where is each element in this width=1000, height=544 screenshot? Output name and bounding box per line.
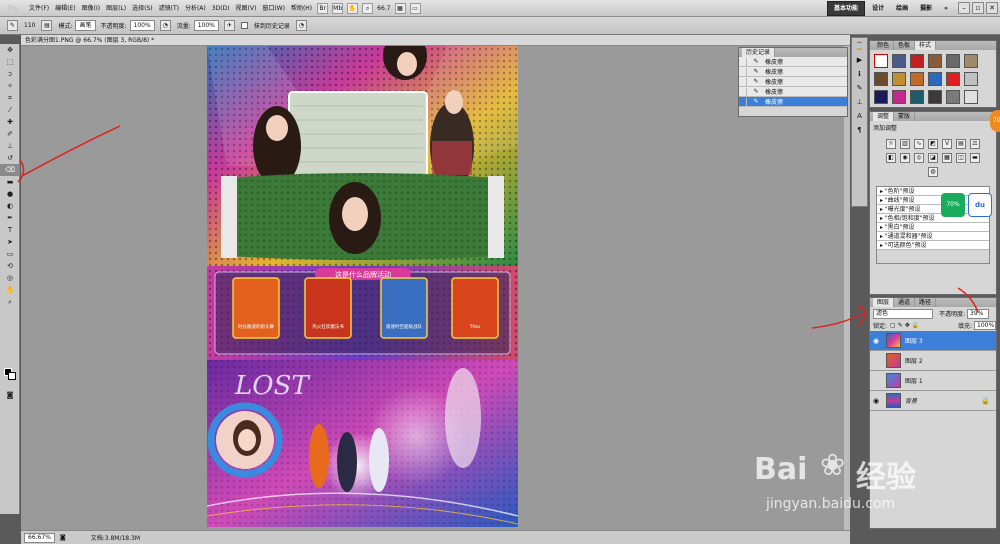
watermark-brand-cn: 经验 [856,460,916,495]
paw-icon: ❀ [820,448,846,483]
annotation-arrow-opacity [957,287,979,313]
annotation-hook-toolbox [17,159,25,183]
watermark-url: jingyan.baidu.com [766,496,896,512]
baidu-watermark: Bai ❀ 经验 jingyan.baidu.com [752,448,1000,544]
annotation-arrow-toolbox [21,125,121,177]
photoshop-window: Ps 文件(F) 编辑(E) 图像(I) 图层(L) 选择(S) 滤镜(T) 分… [0,0,1000,544]
watermark-brand: Bai [754,452,808,487]
annotation-arrow-blend [811,313,863,329]
